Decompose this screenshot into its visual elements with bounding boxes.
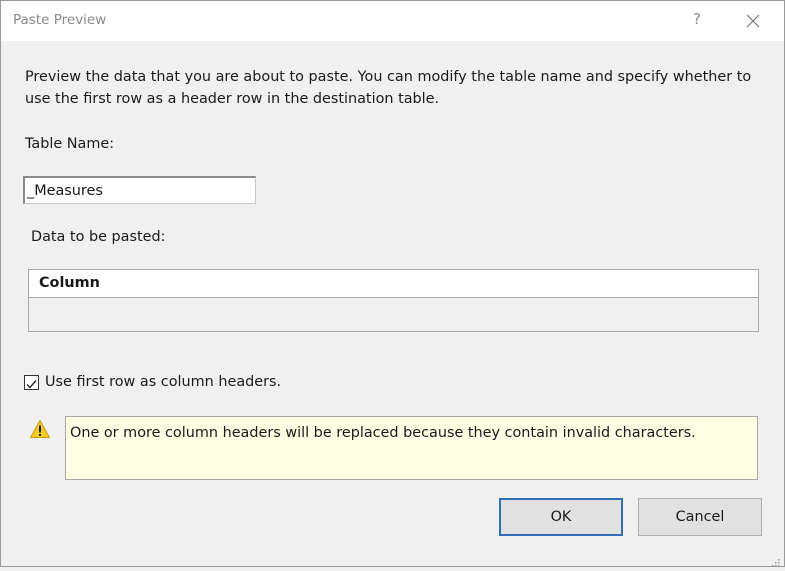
first-row-header-checkbox[interactable] xyxy=(24,375,39,390)
data-to-paste-label: Data to be pasted: xyxy=(31,229,166,245)
column-header: Column xyxy=(29,270,758,298)
warning-message: One or more column headers will be repla… xyxy=(65,416,758,480)
cancel-button[interactable]: Cancel xyxy=(638,498,762,536)
table-name-label: Table Name: xyxy=(25,136,115,152)
first-row-header-label[interactable]: Use first row as column headers. xyxy=(45,374,281,390)
title-bar: Paste Preview ? xyxy=(1,1,784,41)
paste-preview-dialog: Paste Preview ? Preview the data that yo… xyxy=(0,0,785,567)
resize-grip-icon[interactable] xyxy=(770,552,780,567)
description-text: Preview the data that you are about to p… xyxy=(25,69,752,107)
checkmark-icon xyxy=(26,380,37,389)
data-preview-grid[interactable]: Column xyxy=(28,269,759,332)
close-button[interactable] xyxy=(743,11,763,31)
ok-button[interactable]: OK xyxy=(499,498,623,536)
close-icon xyxy=(746,14,760,28)
table-name-input[interactable] xyxy=(23,176,256,204)
dialog-title: Paste Preview xyxy=(13,12,107,28)
help-button[interactable]: ? xyxy=(689,10,705,28)
warning-icon xyxy=(29,419,51,439)
